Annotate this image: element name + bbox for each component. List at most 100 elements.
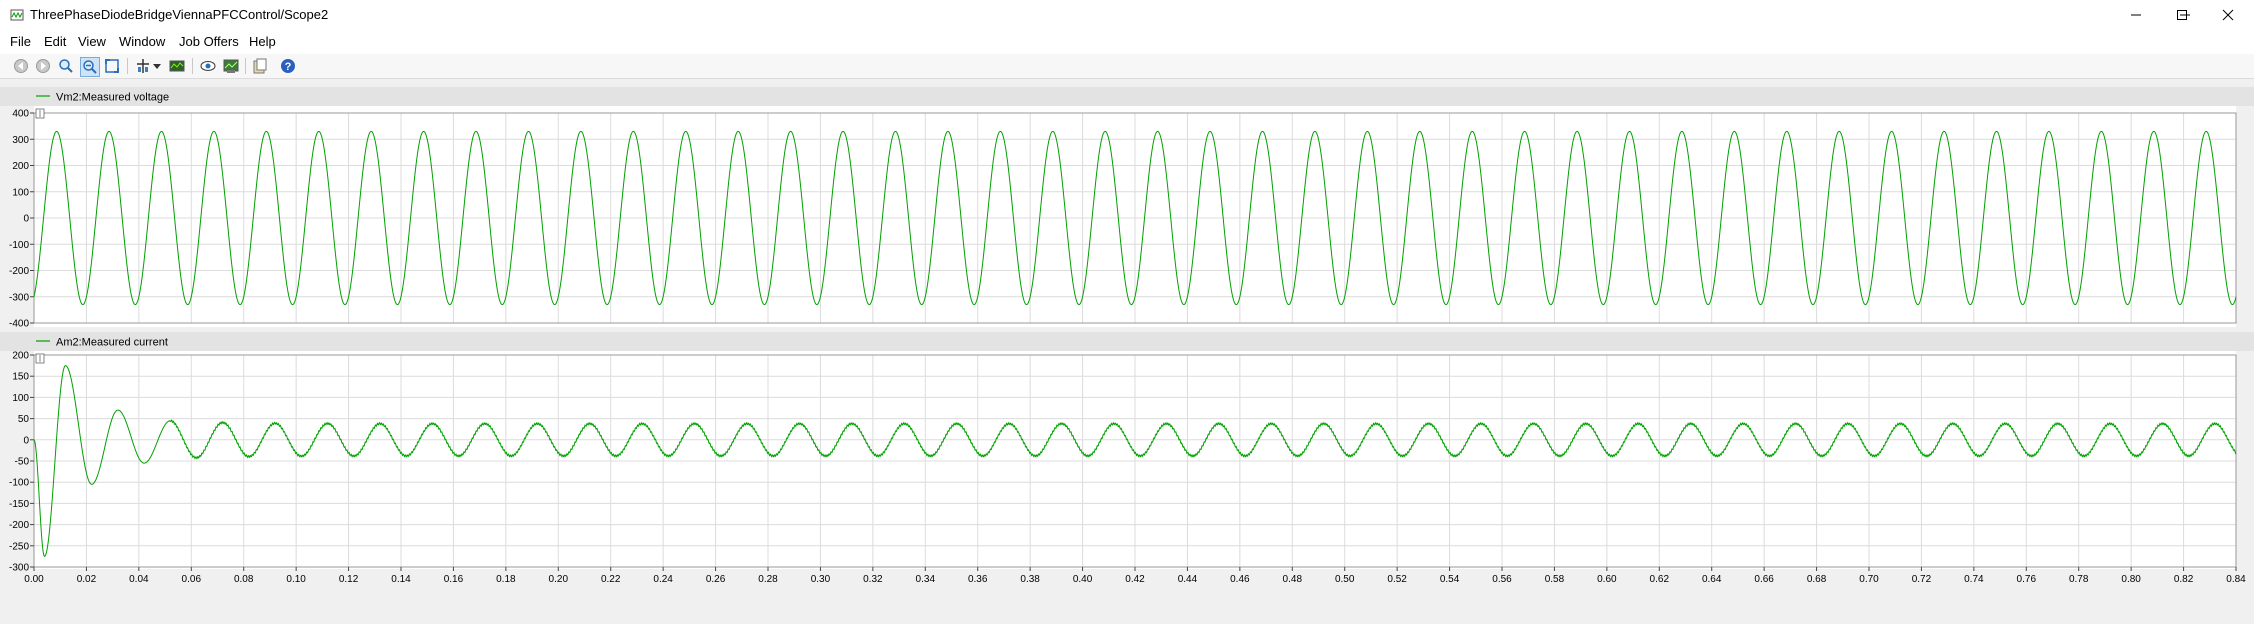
signal-view-icon — [169, 60, 185, 72]
forward-icon — [36, 59, 50, 73]
back-icon — [14, 59, 28, 73]
toolbar: ? — [0, 54, 2254, 79]
fit-to-view-icon — [105, 59, 119, 73]
save-plot-icon — [223, 59, 239, 73]
x-tick-label: 0.84 — [2226, 574, 2246, 585]
time-x-axis: 0.00 0.02 0.04 0.06 0.08 0.10 0.12 0.14 0.16 0.18… — [24, 567, 2246, 585]
x-tick-label: 0.74 — [1964, 574, 1984, 585]
plot-area: Vm2:Measured voltage 400 300 200 100 0 -100 -2… — [0, 79, 2254, 619]
x-tick-label: 0.70 — [1859, 574, 1879, 585]
menu-window[interactable]: Window — [119, 34, 165, 49]
x-tick-label: 0.46 — [1230, 574, 1250, 585]
x-tick-label: 0.06 — [182, 574, 202, 585]
y-tick-label: 0 — [23, 214, 29, 225]
x-tick-label: 0.08 — [234, 574, 254, 585]
y-tick-label: 400 — [12, 109, 29, 120]
x-tick-label: 0.12 — [339, 574, 359, 585]
toolbar-separator — [127, 58, 128, 74]
minimize-window-icon — [2131, 14, 2141, 16]
y-tick-label: 300 — [12, 135, 29, 146]
x-tick-label: 0.40 — [1073, 574, 1093, 585]
scope-plots: Vm2:Measured voltage 400 300 200 100 0 -100 -2… — [0, 87, 2254, 585]
zoom-out-button[interactable] — [80, 57, 100, 77]
x-tick-label: 0.02 — [77, 574, 97, 585]
highlight-button[interactable] — [199, 57, 217, 75]
voltage-plot[interactable]: Vm2:Measured voltage 400 300 200 100 0 -100 -2… — [0, 87, 2254, 330]
current-cursor-marker[interactable] — [35, 353, 45, 364]
x-tick-label: 0.54 — [1440, 574, 1460, 585]
fit-to-view-button[interactable] — [103, 57, 121, 75]
close-button[interactable] — [2205, 0, 2251, 30]
x-tick-label: 0.80 — [2121, 574, 2141, 585]
current-plot[interactable]: Am2:Measured current 200 150 100 50 0 -50 -100… — [0, 332, 2254, 585]
x-tick-label: 0.30 — [811, 574, 831, 585]
x-tick-label: 0.22 — [601, 574, 621, 585]
x-tick-label: 0.48 — [1283, 574, 1303, 585]
x-tick-label: 0.00 — [24, 574, 44, 585]
x-tick-label: 0.72 — [1912, 574, 1932, 585]
copy-button[interactable] — [251, 57, 269, 75]
title-bar: ThreePhaseDiodeBridgeViennaPFCControl/Sc… — [0, 0, 2254, 30]
legend-bar — [0, 332, 2254, 351]
x-tick-label: 0.38 — [1020, 574, 1040, 585]
legend-current: Am2:Measured current — [56, 337, 168, 349]
x-tick-label: 0.60 — [1597, 574, 1617, 585]
y-tick-label: 0 — [23, 435, 29, 446]
help-icon: ? — [281, 59, 295, 73]
y-tick-label: 200 — [12, 351, 29, 362]
menu-help[interactable]: Help — [249, 34, 276, 49]
y-tick-label: -400 — [9, 319, 29, 330]
toolbar-separator — [245, 58, 246, 74]
x-tick-label: 0.56 — [1492, 574, 1512, 585]
legend-bar — [0, 87, 2254, 106]
x-tick-label: 0.18 — [496, 574, 516, 585]
svg-text:?: ? — [285, 61, 292, 73]
menu-view[interactable]: View — [78, 34, 106, 49]
menu-job-offers[interactable]: Job Offers — [179, 34, 239, 49]
maximize-icon — [2177, 10, 2187, 20]
x-tick-label: 0.28 — [758, 574, 778, 585]
maximize-button[interactable] — [2159, 0, 2205, 30]
voltage-cursor-marker[interactable] — [35, 108, 45, 119]
current-y-axis: 200 150 100 50 0 -50 -100 -150 -200 -250 -300 — [9, 351, 34, 574]
forward-button[interactable] — [34, 57, 52, 75]
x-tick-label: 0.36 — [968, 574, 988, 585]
cursor-tool-icon — [137, 59, 149, 73]
x-tick-label: 0.32 — [863, 574, 883, 585]
menu-file[interactable]: File — [10, 34, 31, 49]
x-tick-label: 0.50 — [1335, 574, 1355, 585]
x-tick-label: 0.16 — [444, 574, 464, 585]
help-button[interactable]: ? — [279, 57, 297, 75]
cursor-tool-button[interactable] — [134, 57, 152, 75]
y-tick-label: -200 — [9, 266, 29, 277]
x-tick-label: 0.34 — [916, 574, 936, 585]
x-tick-label: 0.42 — [1125, 574, 1145, 585]
legend-voltage: Vm2:Measured voltage — [56, 92, 169, 104]
y-tick-label: -250 — [9, 541, 29, 552]
x-tick-label: 0.66 — [1754, 574, 1774, 585]
app-icon — [10, 9, 24, 21]
zoom-out-icon — [83, 60, 97, 74]
y-tick-label: -150 — [9, 499, 29, 510]
zoom-in-button[interactable] — [57, 57, 75, 75]
menu-edit[interactable]: Edit — [44, 34, 66, 49]
x-tick-label: 0.14 — [391, 574, 411, 585]
voltage-y-axis: 400 300 200 100 0 -100 -200 -300 -400 — [9, 109, 34, 330]
cursor-tool-dropdown[interactable] — [152, 57, 162, 75]
x-tick-label: 0.82 — [2174, 574, 2194, 585]
save-plot-button[interactable] — [222, 57, 240, 75]
x-tick-label: 0.44 — [1178, 574, 1198, 585]
dropdown-arrow-icon — [153, 64, 161, 69]
x-tick-label: 0.64 — [1702, 574, 1722, 585]
x-tick-label: 0.52 — [1387, 574, 1407, 585]
signal-view-button[interactable] — [168, 57, 186, 75]
back-button[interactable] — [12, 57, 30, 75]
y-tick-label: -300 — [9, 563, 29, 574]
y-tick-label: -100 — [9, 240, 29, 251]
minimize-window-button[interactable] — [2113, 0, 2159, 30]
x-tick-label: 0.04 — [129, 574, 149, 585]
x-tick-label: 0.68 — [1807, 574, 1827, 585]
y-tick-label: -50 — [15, 457, 30, 468]
eye-icon — [200, 61, 216, 71]
close-icon — [2222, 9, 2234, 21]
